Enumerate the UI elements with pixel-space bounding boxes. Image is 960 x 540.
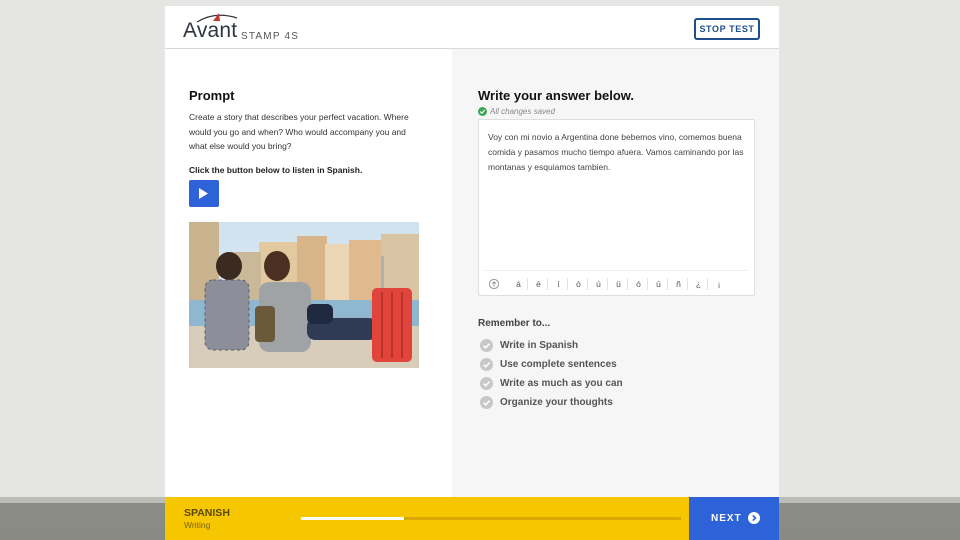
- char-button-u-umlaut[interactable]: ü: [610, 278, 628, 290]
- prompt-photo: [189, 222, 419, 368]
- char-button-inverted-question[interactable]: ¿: [690, 278, 708, 290]
- answer-panel: Write your answer below. All changes sav…: [452, 49, 779, 497]
- char-button-a-acute[interactable]: á: [510, 278, 528, 290]
- check-circle-icon: [480, 358, 493, 371]
- prompt-text: Create a story that describes your perfe…: [189, 112, 409, 151]
- char-button-n-tilde[interactable]: ñ: [670, 278, 688, 290]
- next-button[interactable]: NEXT: [689, 497, 779, 540]
- listen-instruction: Click the button below to listen in Span…: [189, 165, 363, 175]
- next-button-label: NEXT: [711, 513, 742, 524]
- uppercase-toggle-icon[interactable]: [489, 279, 499, 289]
- remember-item-label: Organize your thoughts: [500, 397, 613, 408]
- stop-test-button[interactable]: STOP TEST: [694, 18, 760, 40]
- answer-title: Write your answer below.: [478, 88, 635, 103]
- char-button-i-acute[interactable]: í: [550, 278, 568, 290]
- progress-bar: [301, 517, 681, 520]
- test-language: SPANISH: [184, 507, 230, 519]
- char-button-u-acute-upper[interactable]: ú: [650, 278, 668, 290]
- check-circle-icon: [480, 396, 493, 409]
- char-button-u-acute[interactable]: ú: [590, 278, 608, 290]
- char-button-o-acute[interactable]: ó: [570, 278, 588, 290]
- header: Avant STAMP 4S STOP TEST: [165, 6, 779, 49]
- check-circle-icon: [478, 107, 487, 116]
- progress-bar-fill: [301, 517, 404, 520]
- char-button-o-acute-upper[interactable]: ó: [630, 278, 648, 290]
- check-circle-icon: [480, 339, 493, 352]
- test-skill: Writing: [184, 520, 211, 530]
- logo-product: STAMP 4S: [241, 31, 300, 42]
- save-status-text: All changes saved: [490, 107, 555, 116]
- remember-item-label: Write in Spanish: [500, 340, 579, 351]
- test-window: Avant STAMP 4S STOP TEST Prompt Create a…: [165, 6, 779, 540]
- logo-brand: Avant: [183, 19, 238, 42]
- play-audio-button[interactable]: [189, 180, 219, 207]
- char-button-inverted-exclamation[interactable]: ¡: [710, 278, 728, 290]
- prompt-panel: Prompt Create a story that describes you…: [165, 49, 452, 497]
- answer-text[interactable]: Voy con mi novio a Argentina done bebemo…: [488, 130, 750, 175]
- play-icon: [199, 188, 208, 199]
- footer-bar: SPANISH Writing NEXT: [165, 497, 779, 540]
- remember-item-label: Write as much as you can: [500, 378, 623, 389]
- save-status: All changes saved: [478, 107, 555, 119]
- special-characters-bar: á é í ó ú ü ó ú ñ ¿ ¡: [485, 270, 748, 294]
- remember-title: Remember to...: [478, 318, 551, 329]
- chevron-right-circle-icon: [748, 512, 760, 524]
- answer-textarea[interactable]: Voy con mi novio a Argentina done bebemo…: [478, 119, 755, 296]
- prompt-title: Prompt: [189, 88, 235, 103]
- check-circle-icon: [480, 377, 493, 390]
- remember-item-label: Use complete sentences: [500, 359, 617, 370]
- char-button-e-acute[interactable]: é: [530, 278, 548, 290]
- photo-couple-with-suitcase-icon: [189, 222, 419, 368]
